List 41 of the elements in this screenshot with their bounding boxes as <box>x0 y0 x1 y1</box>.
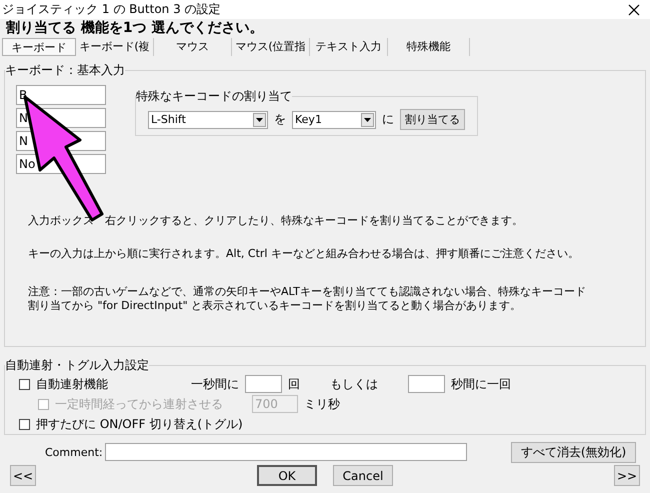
next-button[interactable]: >> <box>614 465 640 486</box>
note-text: キーの入力は上から順に実行されます。Alt, Ctrl キーなどと組み合わせる場合は、押す順番にご注意ください。 <box>28 247 580 261</box>
seconds-field[interactable] <box>408 375 445 393</box>
checkbox-label: 押すたびに ON/OFF 切り替え(トグル) <box>36 416 243 432</box>
previous-button[interactable]: << <box>10 465 36 486</box>
group-title: 自動連射・トグル入力設定 <box>5 357 149 374</box>
comment-label: Comment: <box>45 446 104 458</box>
group-title: 特殊なキーコードの割り当て <box>136 88 292 105</box>
field-label: 回 <box>288 376 300 392</box>
tab[interactable]: キーボード <box>2 38 76 56</box>
connector-text: を <box>274 111 286 128</box>
note-text: 割り当てから "for DirectInput" と表示されているキーコードを割り当てると動く場合があります。 <box>28 299 522 313</box>
window-title: ジョイスティック 1 の Button 3 の設定 <box>2 1 221 18</box>
key-dropdown[interactable]: L-Shift <box>148 110 268 128</box>
connector-text: に <box>382 111 394 128</box>
dropdown-arrow-icon <box>256 118 263 122</box>
checkbox-label: 自動連射機能 <box>36 376 108 392</box>
tab[interactable]: マウス <box>154 38 232 56</box>
instruction-text: 割り当てる 機能を1つ 選んでください。 <box>5 19 264 37</box>
cancel-button[interactable]: Cancel <box>333 465 393 486</box>
assign-button[interactable]: 割り当てる <box>400 109 465 130</box>
group-title: キーボード：基本入力 <box>5 62 125 79</box>
tab[interactable]: マウス(位置指 <box>232 38 310 56</box>
count-field[interactable] <box>245 375 282 393</box>
field-label: 一秒間に <box>191 376 239 392</box>
dropdown-arrow-icon <box>364 118 371 122</box>
tab[interactable]: 特殊機能 <box>388 38 470 56</box>
tab[interactable]: キーボード(複 <box>76 38 154 56</box>
note-text: 注意：一部の古いゲームなどで、通常の矢印キーやALTキーを割り当てても認識されない場合、特殊なキーコード <box>28 285 587 299</box>
close-icon[interactable] <box>628 4 640 16</box>
field-label: 秒間に一回 <box>451 376 511 392</box>
clear-all-button[interactable]: すべて消去(無効化) <box>511 442 636 462</box>
field-label: もしくは <box>330 376 378 392</box>
checkbox[interactable] <box>19 418 30 430</box>
field-label: ミリ秒 <box>304 396 340 412</box>
comment-field[interactable] <box>105 443 467 461</box>
checkbox-label: 一定時間経ってから連射させる <box>55 396 223 412</box>
target-dropdown[interactable]: Key1 <box>292 110 376 128</box>
checkbox[interactable] <box>19 378 30 390</box>
tab[interactable]: テキスト入力 <box>310 38 388 56</box>
ok-button[interactable]: OK <box>257 465 317 486</box>
